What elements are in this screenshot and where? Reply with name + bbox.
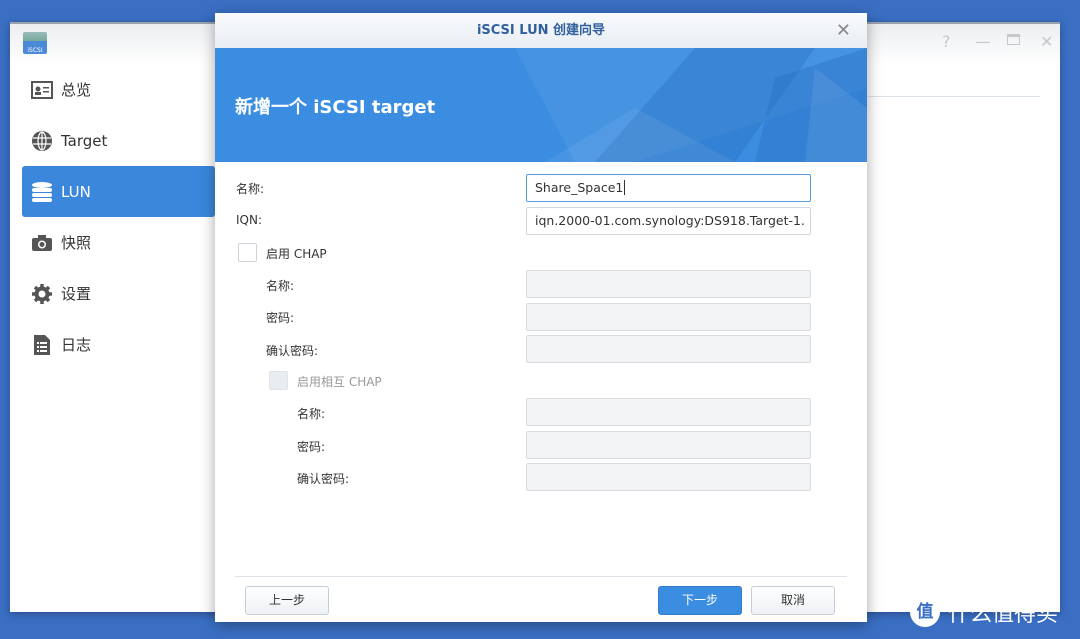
mutual-confirm-input[interactable] xyxy=(526,463,811,491)
next-button[interactable]: 下一步 xyxy=(658,586,742,615)
name-input[interactable]: Share_Space1 xyxy=(526,174,811,202)
sidebar: 总览 Target LUN 快照 设置 日志 xyxy=(22,64,215,370)
sidebar-item-label: 总览 xyxy=(61,81,92,99)
enable-chap-checkbox[interactable] xyxy=(238,243,257,262)
banner-title: 新增一个 iSCSI target xyxy=(235,97,436,118)
iqn-label: IQN: xyxy=(236,213,263,227)
log-icon xyxy=(31,334,53,356)
sidebar-item-label: 快照 xyxy=(61,234,92,252)
mutual-password-input[interactable] xyxy=(526,431,811,459)
globe-icon xyxy=(31,130,53,152)
mutual-name-label: 名称: xyxy=(297,407,326,421)
maximize-icon[interactable] xyxy=(1007,34,1020,45)
close-icon[interactable]: ✕ xyxy=(1040,32,1053,51)
chap-password-label: 密码: xyxy=(266,311,295,325)
sidebar-item-log[interactable]: 日志 xyxy=(22,319,215,370)
mutual-name-input[interactable] xyxy=(526,398,811,426)
sidebar-item-label: 设置 xyxy=(61,285,92,303)
dialog-title-bar: iSCSI LUN 创建向导 ✕ xyxy=(215,13,867,48)
mutual-confirm-label: 确认密码: xyxy=(297,472,350,486)
gear-icon xyxy=(31,283,53,305)
sidebar-item-label: Target xyxy=(61,131,108,150)
enable-mutual-chap-label: 启用相互 CHAP xyxy=(297,375,382,389)
watermark-logo: 值 什么值得买 xyxy=(910,596,1058,628)
wizard-banner: 新增一个 iSCSI target xyxy=(215,48,867,162)
sidebar-item-snapshot[interactable]: 快照 xyxy=(22,217,215,268)
chap-confirm-input[interactable] xyxy=(526,335,811,363)
cancel-button[interactable]: 取消 xyxy=(751,586,835,615)
camera-icon xyxy=(31,232,53,254)
overview-icon xyxy=(31,79,53,101)
close-icon[interactable]: ✕ xyxy=(836,13,851,48)
footer-divider xyxy=(235,576,847,577)
name-value: Share_Space1 xyxy=(535,180,624,195)
enable-chap-label: 启用 CHAP xyxy=(266,247,327,261)
sidebar-item-label: LUN xyxy=(61,182,91,201)
chap-name-label: 名称: xyxy=(266,279,295,293)
help-icon[interactable]: ? xyxy=(942,32,951,51)
database-icon xyxy=(31,181,53,203)
mutual-password-label: 密码: xyxy=(297,440,326,454)
iscsi-app-icon: iSCSI xyxy=(23,32,47,54)
chap-confirm-label: 确认密码: xyxy=(266,344,319,358)
text-cursor xyxy=(624,180,626,195)
previous-button[interactable]: 上一步 xyxy=(245,586,329,615)
minimize-icon[interactable]: — xyxy=(975,32,991,51)
enable-mutual-chap-checkbox[interactable] xyxy=(269,371,288,390)
watermark-text: 什么值得买 xyxy=(948,602,1059,627)
chap-password-input[interactable] xyxy=(526,303,811,331)
sidebar-item-lun[interactable]: LUN xyxy=(22,166,215,217)
dialog-title: iSCSI LUN 创建向导 xyxy=(476,23,606,38)
lun-wizard-dialog: iSCSI LUN 创建向导 ✕ 新增一个 iSCSI target 名称: S… xyxy=(215,13,867,622)
sidebar-item-label: 日志 xyxy=(61,336,92,354)
chap-name-input[interactable] xyxy=(526,270,811,298)
sidebar-item-overview[interactable]: 总览 xyxy=(22,64,215,115)
name-label: 名称: xyxy=(236,182,265,196)
watermark-badge: 值 xyxy=(910,597,940,627)
divider xyxy=(868,96,1040,97)
sidebar-item-settings[interactable]: 设置 xyxy=(22,268,215,319)
iqn-input[interactable]: iqn.2000-01.com.synology:DS918.Target-1. xyxy=(526,207,811,235)
sidebar-item-target[interactable]: Target xyxy=(22,115,215,166)
